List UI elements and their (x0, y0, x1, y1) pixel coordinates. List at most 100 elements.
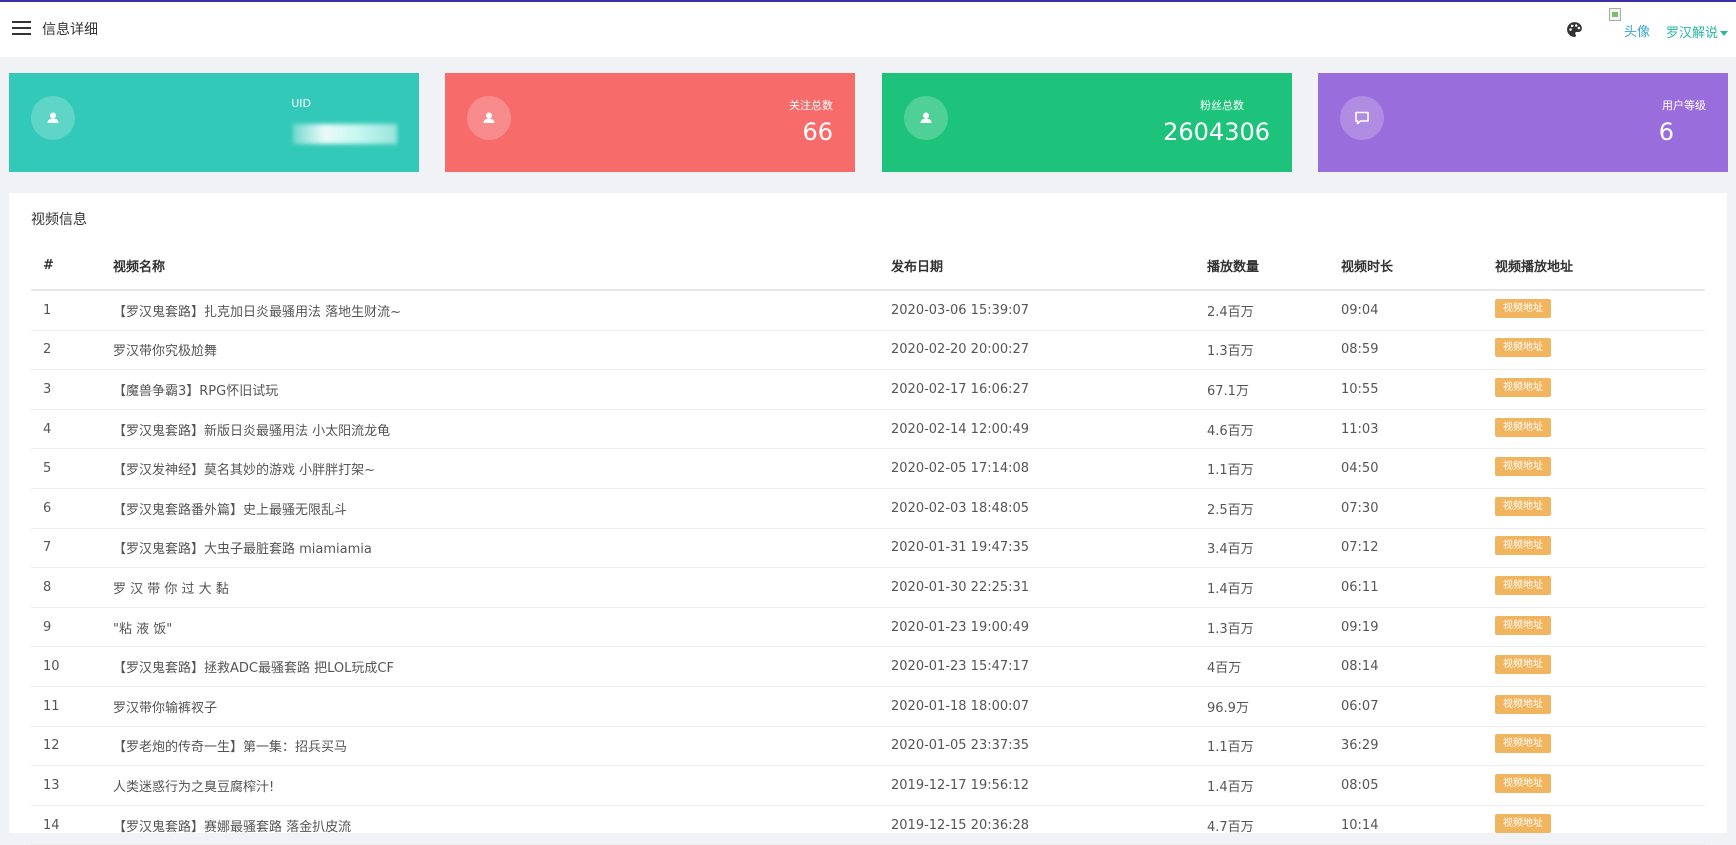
video-url-button[interactable]: 视频地址 (1495, 338, 1551, 358)
video-name: 【罗汉鬼套路】拯救ADC最骚套路 把LOL玩成CF (113, 646, 891, 687)
video-name: 人类迷惑行为之臭豆腐榨汁! (113, 765, 891, 806)
publish-date: 2020-01-05 23:37:35 (891, 726, 1207, 767)
row-index: 12 (31, 726, 113, 767)
video-url-button[interactable]: 视频地址 (1495, 575, 1551, 595)
video-duration: 10:55 (1341, 369, 1495, 410)
video-url-button[interactable]: 视频地址 (1495, 298, 1551, 318)
table-row: 12 【罗老炮的传奇一生】第一集：招兵买马 2020-01-05 23:37:35 1… (31, 726, 1705, 767)
video-duration: 08:14 (1341, 646, 1495, 687)
video-name: 【罗汉发神经】莫名其妙的游戏 小胖胖打架~ (113, 448, 891, 489)
publish-date: 2020-01-31 19:47:35 (891, 528, 1207, 569)
row-index: 4 (31, 409, 113, 450)
column-header-plays: 播放数量 (1207, 241, 1341, 291)
play-count: 3.4百万 (1207, 528, 1341, 569)
video-url-button[interactable]: 视频地址 (1495, 655, 1551, 675)
column-header-name: 视频名称 (113, 241, 891, 291)
user-icon (920, 112, 932, 123)
video-url-cell: 视频地址 (1495, 448, 1705, 489)
stat-label: 用户等级 (1662, 99, 1706, 112)
column-header-url: 视频播放地址 (1495, 241, 1705, 291)
video-url-cell: 视频地址 (1495, 726, 1705, 767)
video-duration: 07:30 (1341, 488, 1495, 529)
stat-icon-circle (31, 96, 75, 140)
table-row: 2 罗汉带你究极尬舞 2020-02-20 20:00:27 1.3百万 08:59 视频… (31, 330, 1705, 371)
page-title: 信息详细 (42, 22, 98, 38)
table-row: 9 "粘 液 饭" 2020-01-23 19:00:49 1.3百万 09:19 视频地… (31, 607, 1705, 648)
palette-icon[interactable] (1566, 21, 1583, 38)
video-url-cell: 视频地址 (1495, 369, 1705, 410)
video-url-button[interactable]: 视频地址 (1495, 694, 1551, 714)
user-icon (47, 112, 59, 123)
video-url-button[interactable]: 视频地址 (1495, 496, 1551, 516)
comment-icon (1355, 111, 1369, 125)
play-count: 1.3百万 (1207, 330, 1341, 371)
video-url-button[interactable]: 视频地址 (1495, 813, 1551, 833)
video-url-cell: 视频地址 (1495, 805, 1705, 845)
play-count: 4.7百万 (1207, 805, 1341, 845)
table-row: 3 【魔兽争霸3】RPG怀旧试玩 2020-02-17 16:06:27 67.1万 1… (31, 369, 1705, 410)
panel-title: 视频信息 (31, 212, 87, 228)
column-header-duration: 视频时长 (1341, 241, 1495, 291)
avatar-alt-text: 头像 (1624, 25, 1651, 40)
play-count: 1.1百万 (1207, 726, 1341, 767)
video-url-button[interactable]: 视频地址 (1495, 457, 1551, 477)
table-row: 5 【罗汉发神经】莫名其妙的游戏 小胖胖打架~ 2020-02-05 17:14:0… (31, 448, 1705, 489)
video-name: 【罗汉鬼套路番外篇】史上最骚无限乱斗 (113, 488, 891, 529)
publish-date: 2020-01-30 22:25:31 (891, 567, 1207, 608)
publish-date: 2020-02-14 12:00:49 (891, 409, 1207, 450)
video-duration: 06:11 (1341, 567, 1495, 608)
stat-card-level: 用户等级 6 (1318, 73, 1728, 172)
video-url-button[interactable]: 视频地址 (1495, 417, 1551, 437)
video-duration: 08:05 (1341, 765, 1495, 806)
row-index: 7 (31, 528, 113, 569)
row-index: 3 (31, 369, 113, 410)
row-index: 14 (31, 805, 113, 845)
table-header-row: # 视频名称 发布日期 播放数量 视频时长 视频播放地址 (31, 241, 1705, 291)
table-row: 14 【罗汉鬼套路】赛娜最骚套路 落金扒皮流 2019-12-15 20:36:28… (31, 805, 1705, 845)
play-count: 2.4百万 (1207, 290, 1341, 331)
video-duration: 08:59 (1341, 330, 1495, 371)
row-index: 11 (31, 686, 113, 727)
video-url-button[interactable]: 视频地址 (1495, 536, 1551, 556)
table-row: 1 【罗汉鬼套路】扎克加日炎最骚用法 落地生财流~ 2020-03-06 15:39… (31, 290, 1705, 331)
video-url-button[interactable]: 视频地址 (1495, 615, 1551, 635)
video-duration: 09:04 (1341, 290, 1495, 331)
video-name: 【罗汉鬼套路】新版日炎最骚用法 小太阳流龙龟 (113, 409, 891, 450)
stat-label: UID (291, 97, 311, 110)
stat-label: 粉丝总数 (1200, 99, 1244, 112)
video-url-button[interactable]: 视频地址 (1495, 773, 1551, 793)
stat-icon-circle (467, 96, 511, 140)
play-count: 96.9万 (1207, 686, 1341, 727)
video-name: 【罗汉鬼套路】赛娜最骚套路 落金扒皮流 (113, 805, 891, 845)
play-count: 67.1万 (1207, 369, 1341, 410)
publish-date: 2020-01-23 15:47:17 (891, 646, 1207, 687)
publish-date: 2020-02-17 16:06:27 (891, 369, 1207, 410)
avatar[interactable]: 头像 (1609, 8, 1655, 40)
row-index: 2 (31, 330, 113, 371)
play-count: 4.6百万 (1207, 409, 1341, 450)
stat-icon-circle (904, 96, 948, 140)
menu-toggle-icon[interactable] (12, 21, 31, 36)
video-url-button[interactable]: 视频地址 (1495, 734, 1551, 754)
video-name: 罗 汉 带 你 过 大 黏 (113, 567, 891, 608)
publish-date: 2020-03-06 15:39:07 (891, 290, 1207, 331)
video-duration: 11:03 (1341, 409, 1495, 450)
table-row: 8罗 汉 带 你 过 大 黏 2020-01-30 22:25:31 1.4百万 06… (31, 567, 1705, 608)
publish-date: 2020-02-03 18:48:05 (891, 488, 1207, 529)
user-dropdown[interactable]: 罗汉解说 (1666, 22, 1729, 41)
publish-date: 2019-12-15 20:36:28 (891, 805, 1207, 845)
stat-icon-circle (1340, 96, 1384, 140)
table-row: 6 【罗汉鬼套路番外篇】史上最骚无限乱斗 2020-02-03 18:48:05 2.… (31, 488, 1705, 529)
video-info-panel: 视频信息 # 视频名称 发布日期 播放数量 视频时长 视频播放地址 1 【罗汉鬼套… (9, 193, 1727, 845)
video-url-cell: 视频地址 (1495, 646, 1705, 687)
table-row: 4 【罗汉鬼套路】新版日炎最骚用法 小太阳流龙龟 2020-02-14 12:00:… (31, 409, 1705, 450)
publish-date: 2020-02-20 20:00:27 (891, 330, 1207, 371)
video-url-cell: 视频地址 (1495, 686, 1705, 727)
video-table: # 视频名称 发布日期 播放数量 视频时长 视频播放地址 1 【罗汉鬼套路】扎克加… (31, 241, 1705, 845)
video-name: 罗汉带你输裤衩子 (113, 686, 891, 727)
stat-label: 关注总数 (789, 99, 833, 112)
publish-date: 2020-02-05 17:14:08 (891, 448, 1207, 489)
video-duration: 06:07 (1341, 686, 1495, 727)
video-url-button[interactable]: 视频地址 (1495, 377, 1551, 397)
stat-value: 6 (1658, 118, 1674, 146)
